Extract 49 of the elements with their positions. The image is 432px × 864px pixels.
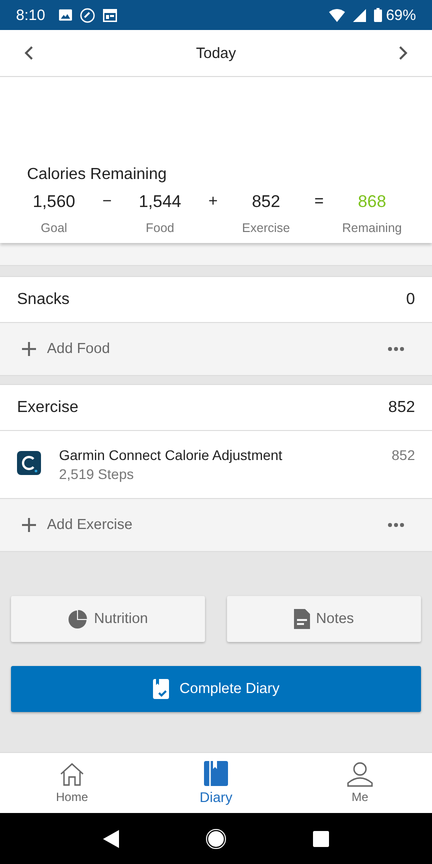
calorie-value: 1,544 bbox=[138, 192, 182, 212]
complete-diary-button[interactable]: Complete Diary bbox=[11, 666, 421, 712]
plus-icon[interactable] bbox=[22, 342, 36, 356]
calorie-label: Remaining bbox=[342, 221, 402, 235]
pie-chart-icon bbox=[68, 609, 88, 629]
calorie-label: Exercise bbox=[242, 221, 290, 235]
more-icon[interactable] bbox=[388, 347, 404, 351]
add-link[interactable]: Add Food bbox=[47, 341, 110, 357]
nutrition-button[interactable]: Nutrition bbox=[11, 596, 205, 642]
calorie-value: 1,560 bbox=[32, 192, 76, 212]
section-title: Exercise bbox=[17, 398, 78, 416]
battery-level: 69% bbox=[386, 6, 416, 24]
recents-icon[interactable] bbox=[312, 830, 329, 846]
nav-tab[interactable]: Me bbox=[288, 753, 432, 813]
operator-sign: + bbox=[208, 193, 218, 211]
date-title: Today bbox=[196, 44, 236, 62]
home-icon bbox=[59, 762, 85, 787]
image-icon bbox=[59, 9, 72, 21]
home-icon[interactable] bbox=[206, 828, 226, 848]
calorie-label: Goal bbox=[40, 221, 68, 235]
more-icon[interactable] bbox=[388, 523, 404, 527]
clock: 8:10 bbox=[16, 6, 46, 24]
app-icon bbox=[17, 451, 41, 475]
plus-icon[interactable] bbox=[22, 518, 36, 532]
notes-button[interactable]: Notes bbox=[227, 596, 421, 642]
calorie-value: 868 bbox=[358, 192, 386, 212]
entry-detail: 2,519 Steps bbox=[59, 466, 135, 482]
section-title: Snacks bbox=[17, 290, 70, 308]
calorie-value: 852 bbox=[252, 192, 280, 212]
section-total: 852 bbox=[388, 398, 415, 416]
operator-sign: = bbox=[314, 193, 324, 211]
battery-icon bbox=[374, 8, 382, 22]
wifi-icon bbox=[328, 8, 345, 22]
entry-calories: 852 bbox=[392, 447, 415, 463]
entry-name: Garmin Connect Calorie Adjustment bbox=[59, 447, 284, 463]
section-total: 0 bbox=[406, 290, 415, 308]
checklist-icon bbox=[152, 679, 169, 699]
document-icon bbox=[294, 609, 310, 629]
diary-icon bbox=[203, 761, 229, 786]
operator-sign: − bbox=[102, 193, 112, 211]
calorie-label: Food bbox=[146, 221, 174, 235]
signal-icon bbox=[352, 8, 366, 22]
summary-title: Calories Remaining bbox=[26, 166, 168, 184]
add-link[interactable]: Add Exercise bbox=[47, 517, 132, 533]
nav-tab[interactable]: Home bbox=[0, 753, 144, 813]
me-icon bbox=[347, 762, 373, 787]
calendar-icon bbox=[103, 8, 118, 22]
nav-tab[interactable]: Diary bbox=[144, 753, 288, 813]
back-icon[interactable] bbox=[103, 830, 120, 848]
